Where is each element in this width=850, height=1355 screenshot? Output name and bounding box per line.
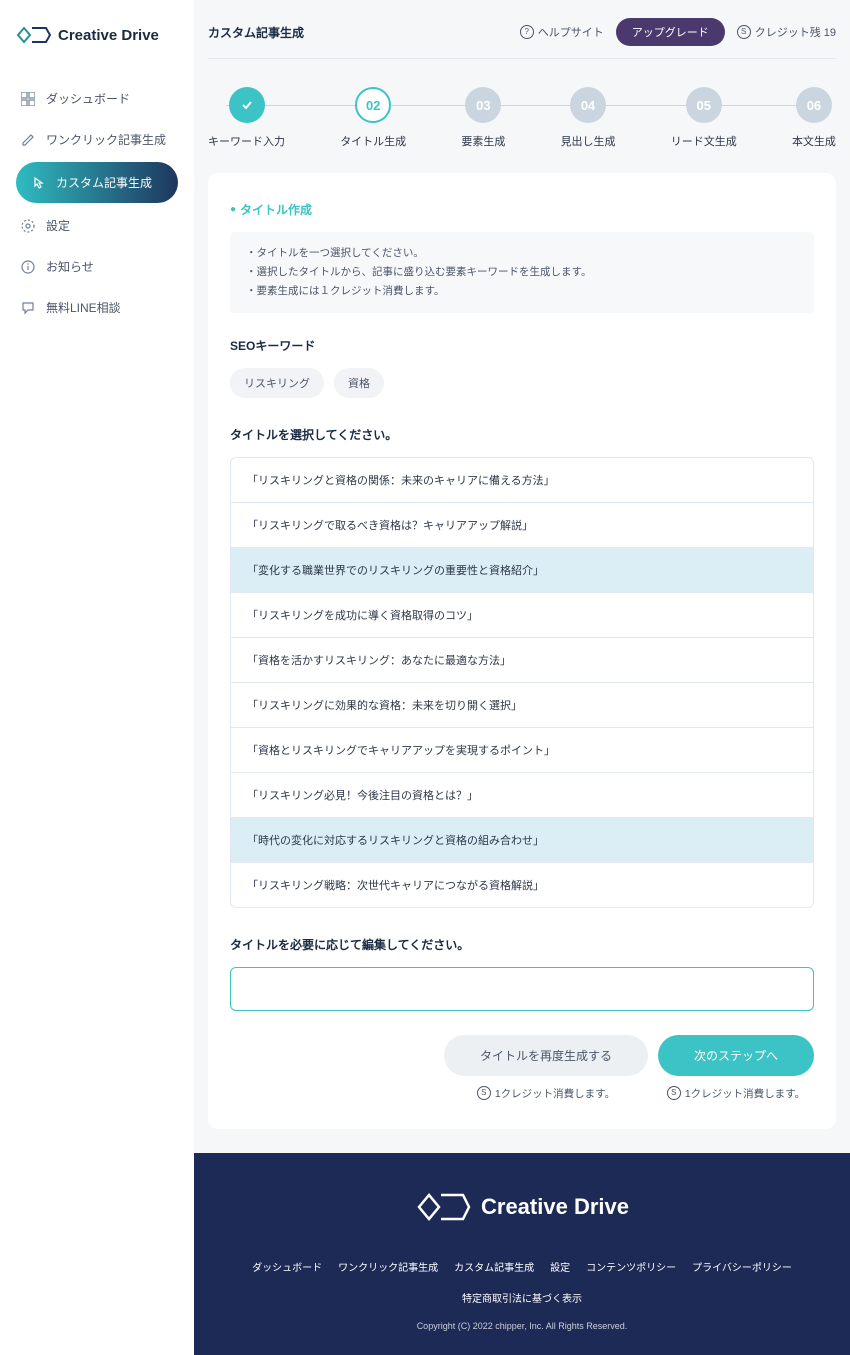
footer-logo-icon [415, 1189, 471, 1225]
sidebar-item-label: ダッシュボード [46, 90, 130, 107]
seo-tag: リスキリング [230, 368, 324, 398]
footer-link[interactable]: プライバシーポリシー [692, 1259, 792, 1274]
sidebar-item-label: ワンクリック記事生成 [46, 131, 166, 148]
footer-copyright: Copyright (C) 2022 chipper, Inc. All Rig… [214, 1321, 830, 1331]
step-3: 03 要素生成 [461, 87, 505, 149]
step-4: 04 見出し生成 [561, 87, 616, 149]
title-option[interactable]: 「リスキリング戦略：次世代キャリアにつながる資格解説」 [231, 863, 813, 907]
credit-note: S 1クレジット消費します。 [477, 1086, 615, 1101]
edit-icon [20, 132, 36, 148]
logo[interactable]: Creative Drive [0, 24, 194, 76]
step-circle-done [229, 87, 265, 123]
footer-link[interactable]: ダッシュボード [252, 1259, 322, 1274]
footer-link[interactable]: カスタム記事生成 [454, 1259, 534, 1274]
bullet: ・選択したタイトルから、記事に盛り込む要素キーワードを生成します。 [246, 263, 798, 282]
next-button[interactable]: 次のステップへ [658, 1035, 814, 1076]
seo-tags: リスキリング 資格 [230, 368, 814, 398]
actions: タイトルを再度生成する S 1クレジット消費します。 次のステップへ S 1クレ… [230, 1035, 814, 1101]
info-icon [20, 259, 36, 275]
logo-text: Creative Drive [58, 27, 159, 44]
footer-link[interactable]: 特定商取引法に基づく表示 [462, 1290, 582, 1305]
help-label: ヘルプサイト [538, 24, 604, 40]
step-label: リード文生成 [671, 133, 737, 149]
title-option[interactable]: 「変化する職業世界でのリスキリングの重要性と資格紹介」 [231, 548, 813, 593]
help-link[interactable]: ? ヘルプサイト [520, 24, 604, 40]
sidebar: Creative Drive ダッシュボード ワンクリック記事生成 カスタム記事… [0, 0, 194, 1355]
sidebar-item-label: 設定 [46, 217, 70, 234]
step-1: キーワード入力 [208, 87, 285, 149]
pointer-icon [30, 175, 46, 191]
credit-icon: S [667, 1086, 681, 1100]
footer-logo-text: Creative Drive [481, 1194, 629, 1220]
steps: キーワード入力 02 タイトル生成 03 要素生成 04 見出し生成 05 リー… [194, 59, 850, 173]
section-title: タイトル作成 [230, 201, 814, 218]
step-6: 06 本文生成 [792, 87, 836, 149]
dashboard-icon [20, 91, 36, 107]
step-label: 見出し生成 [561, 133, 616, 149]
step-2: 02 タイトル生成 [340, 87, 406, 149]
chat-icon [20, 300, 36, 316]
sidebar-item-line[interactable]: 無料LINE相談 [0, 289, 194, 326]
footer-link[interactable]: ワンクリック記事生成 [338, 1259, 438, 1274]
footer: Creative Drive ダッシュボード ワンクリック記事生成 カスタム記事… [194, 1153, 850, 1355]
sidebar-item-dashboard[interactable]: ダッシュボード [0, 80, 194, 117]
sidebar-item-label: カスタム記事生成 [56, 174, 152, 191]
sidebar-item-label: 無料LINE相談 [46, 299, 121, 316]
title-option[interactable]: 「資格を活かすリスキリング：あなたに最適な方法」 [231, 638, 813, 683]
regenerate-button[interactable]: タイトルを再度生成する [444, 1035, 648, 1076]
titles-label: タイトルを選択してください。 [230, 426, 814, 443]
title-option[interactable]: 「リスキリングに効果的な資格：未来を切り開く選択」 [231, 683, 813, 728]
credit-display: S クレジット残 19 [737, 24, 836, 40]
step-label: タイトル生成 [340, 133, 406, 149]
credit-note: S 1クレジット消費します。 [667, 1086, 805, 1101]
credit-label: クレジット残 19 [755, 24, 836, 40]
edit-label: タイトルを必要に応じて編集してください。 [230, 936, 814, 953]
seo-tag: 資格 [334, 368, 384, 398]
gear-icon [20, 218, 36, 234]
upgrade-button[interactable]: アップグレード [616, 18, 725, 46]
credit-icon: S [737, 25, 751, 39]
title-option[interactable]: 「資格とリスキリングでキャリアアップを実現するポイント」 [231, 728, 813, 773]
sidebar-item-oneclick[interactable]: ワンクリック記事生成 [0, 121, 194, 158]
panel: タイトル作成 ・タイトルを一つ選択してください。 ・選択したタイトルから、記事に… [208, 173, 836, 1129]
footer-logo: Creative Drive [214, 1189, 830, 1225]
page-title: カスタム記事生成 [208, 24, 304, 41]
title-option[interactable]: 「リスキリングと資格の関係：未来のキャリアに備える方法」 [231, 458, 813, 503]
title-edit-input[interactable] [230, 967, 814, 1011]
help-icon: ? [520, 25, 534, 39]
bullet: ・タイトルを一つ選択してください。 [246, 244, 798, 263]
title-option[interactable]: 「時代の変化に対応するリスキリングと資格の組み合わせ」 [231, 818, 813, 863]
title-option[interactable]: 「リスキリングで取るべき資格は？キャリアアップ解説」 [231, 503, 813, 548]
footer-link[interactable]: 設定 [550, 1259, 570, 1274]
seo-label: SEOキーワード [230, 337, 814, 354]
sidebar-item-settings[interactable]: 設定 [0, 207, 194, 244]
topbar: カスタム記事生成 ? ヘルプサイト アップグレード S クレジット残 19 [194, 0, 850, 58]
sidebar-item-label: お知らせ [46, 258, 94, 275]
step-circle: 04 [570, 87, 606, 123]
step-circle-active: 02 [355, 87, 391, 123]
step-label: 要素生成 [461, 133, 505, 149]
footer-link[interactable]: コンテンツポリシー [586, 1259, 676, 1274]
footer-links: ダッシュボード ワンクリック記事生成 カスタム記事生成 設定 コンテンツポリシー… [214, 1259, 830, 1305]
step-circle: 06 [796, 87, 832, 123]
step-label: キーワード入力 [208, 133, 285, 149]
step-circle: 05 [686, 87, 722, 123]
instruction-box: ・タイトルを一つ選択してください。 ・選択したタイトルから、記事に盛り込む要素キ… [230, 232, 814, 313]
main: カスタム記事生成 ? ヘルプサイト アップグレード S クレジット残 19 キー… [194, 0, 850, 1355]
step-5: 05 リード文生成 [671, 87, 737, 149]
credit-icon: S [477, 1086, 491, 1100]
title-list: 「リスキリングと資格の関係：未来のキャリアに備える方法」 「リスキリングで取るべ… [230, 457, 814, 908]
step-circle: 03 [465, 87, 501, 123]
sidebar-item-news[interactable]: お知らせ [0, 248, 194, 285]
title-option[interactable]: 「リスキリングを成功に導く資格取得のコツ」 [231, 593, 813, 638]
logo-icon [16, 24, 52, 46]
sidebar-item-custom[interactable]: カスタム記事生成 [16, 162, 178, 203]
step-label: 本文生成 [792, 133, 836, 149]
title-option[interactable]: 「リスキリング必見！今後注目の資格とは？」 [231, 773, 813, 818]
bullet: ・要素生成には１クレジット消費します。 [246, 282, 798, 301]
